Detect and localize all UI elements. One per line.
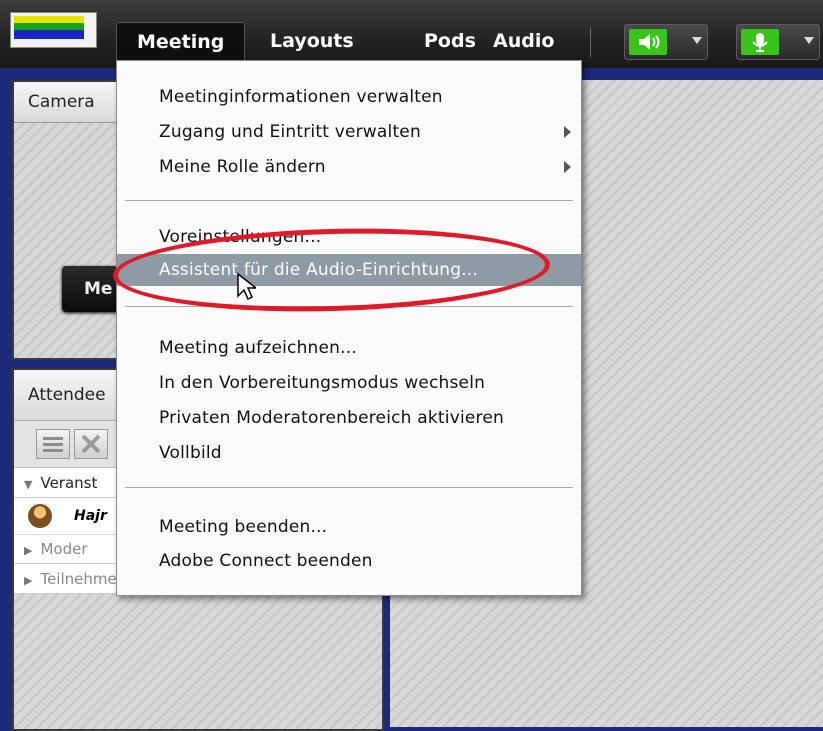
speaker-dropdown-icon[interactable]: [692, 37, 702, 44]
collapsed-triangle-icon: ▶: [24, 574, 33, 587]
menu-item-private-moderator-area[interactable]: Privaten Moderatorenbereich aktivieren: [117, 402, 581, 434]
menu-meeting[interactable]: Meeting: [116, 22, 246, 60]
menu-item-record-meeting[interactable]: Meeting aufzeichnen...: [117, 332, 581, 364]
mouse-cursor-icon: [237, 272, 256, 301]
expanded-triangle-icon: ▼: [24, 478, 33, 491]
menu-divider: [125, 487, 573, 488]
menu-layouts[interactable]: Layouts: [250, 22, 374, 60]
microphone-icon[interactable]: [741, 29, 779, 55]
menu-item-preparation-mode[interactable]: In den Vorbereitungsmodus wechseln: [117, 367, 581, 399]
menu-item-manage-meeting-info[interactable]: Meetinginformationen verwalten: [117, 81, 581, 113]
menu-item-end-meeting[interactable]: Meeting beenden...: [117, 511, 581, 543]
microphone-dropdown-icon[interactable]: [804, 37, 814, 44]
menu-item-change-role[interactable]: Meine Rolle ändern: [117, 151, 581, 183]
attendee-name: Hajr: [74, 508, 107, 524]
menu-item-exit-adobe-connect[interactable]: Adobe Connect beenden: [117, 545, 581, 577]
list-view-icon[interactable]: [36, 429, 70, 459]
top-menu-bar: Meeting Layouts Pods Audio: [0, 0, 823, 68]
speaker-control[interactable]: [624, 24, 708, 60]
menu-divider: [125, 200, 573, 201]
app-logo: [10, 12, 97, 48]
menu-item-manage-access-label: Zugang und Eintritt verwalten: [159, 122, 421, 142]
menu-item-fullscreen[interactable]: Vollbild: [117, 437, 581, 469]
group-moderators-label: Moder: [40, 540, 88, 558]
menu-item-manage-access[interactable]: Zugang und Eintritt verwalten: [117, 116, 581, 148]
microphone-control[interactable]: [736, 24, 820, 60]
speaker-icon[interactable]: [629, 29, 667, 55]
grid-view-icon[interactable]: [74, 429, 108, 459]
meeting-menu: Meetinginformationen verwalten Zugang un…: [116, 60, 582, 596]
collapsed-triangle-icon: ▶: [24, 544, 33, 557]
submenu-arrow-icon: [564, 161, 571, 173]
menu-audio[interactable]: Audio: [473, 22, 574, 60]
menu-separator: [590, 27, 591, 57]
attendee-list-empty-area: [14, 594, 382, 729]
submenu-arrow-icon: [564, 126, 571, 138]
group-hosts-label: Veranst: [40, 474, 98, 492]
menu-item-change-role-label: Meine Rolle ändern: [159, 157, 326, 177]
host-user-icon: [28, 504, 52, 528]
